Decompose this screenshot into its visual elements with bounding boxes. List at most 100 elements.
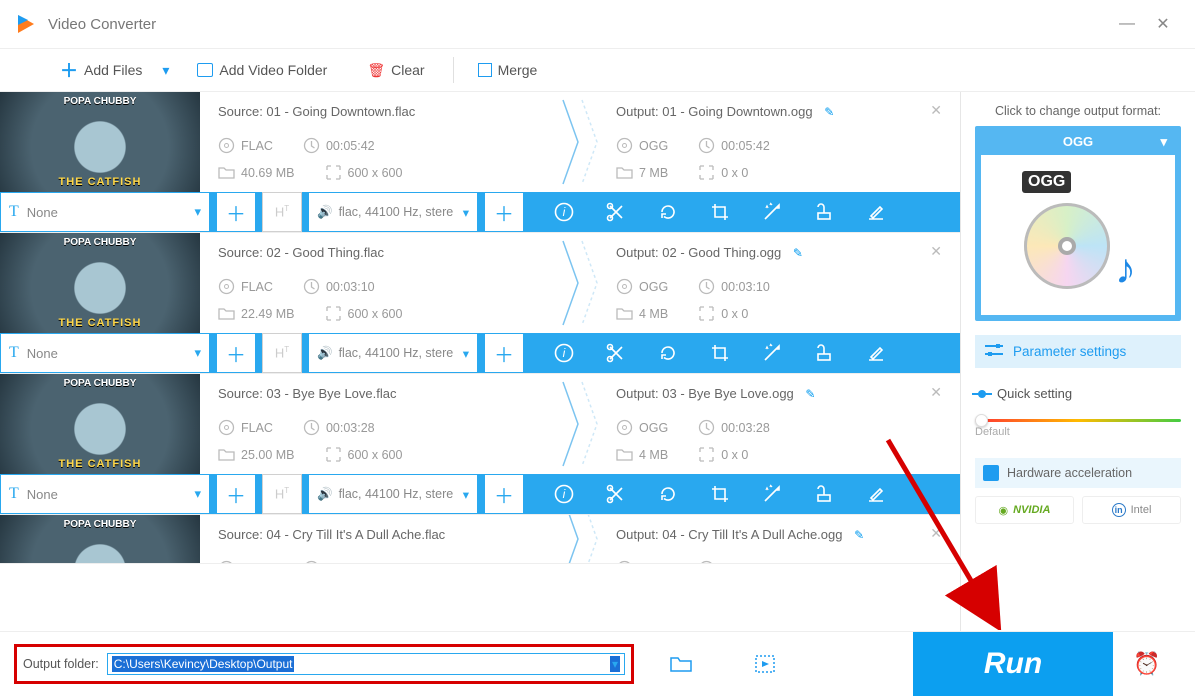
chevron-down-icon: ▾ (463, 205, 469, 220)
add-files-dropdown-icon[interactable]: ▾ (162, 62, 169, 79)
format-preview: OGG ♪ (981, 155, 1175, 315)
subtitle-edit-icon[interactable] (864, 482, 888, 506)
crop-icon[interactable] (708, 200, 732, 224)
disc-icon (218, 137, 235, 154)
hardcode-subtitle-button[interactable]: HT (262, 192, 302, 232)
row-action-bar: T None ▾ ＋ HT 🔊 flac, 44100 Hz, stere ▾ … (0, 192, 960, 232)
add-folder-button[interactable]: Add Video Folder (197, 62, 327, 78)
audio-track-value: flac, 44100 Hz, stere (339, 487, 454, 501)
clock-icon (698, 137, 715, 154)
add-subtitle-button[interactable]: ＋ (216, 192, 256, 232)
shutdown-timer-button[interactable]: ⏰ (1113, 651, 1181, 677)
remove-file-button[interactable]: ✕ (930, 102, 942, 119)
file-row: POPA CHUBBY THE CATFISH Source: 02 - Goo… (0, 233, 960, 374)
watermark-icon[interactable] (812, 341, 836, 365)
app-logo-icon (14, 12, 38, 36)
output-folder-input[interactable]: C:\Users\Kevincy\Desktop\Output ▾ (107, 653, 625, 675)
open-folder-button[interactable] (664, 647, 698, 681)
effects-icon[interactable] (760, 200, 784, 224)
rotate-icon[interactable] (656, 482, 680, 506)
remove-file-button[interactable]: ✕ (930, 384, 942, 401)
remove-file-button[interactable]: ✕ (930, 525, 942, 542)
subtitle-select[interactable]: T None ▾ (0, 474, 210, 514)
subtitle-edit-icon[interactable] (864, 341, 888, 365)
audio-track-select[interactable]: 🔊 flac, 44100 Hz, stere ▾ (308, 192, 478, 232)
rename-output-button[interactable]: ✎ (793, 246, 803, 260)
add-files-button[interactable]: ＋ Add Files (60, 57, 142, 83)
effects-icon[interactable] (760, 341, 784, 365)
output-format-selector[interactable]: OGG ▾ OGG ♪ (975, 126, 1181, 321)
rotate-icon[interactable] (656, 200, 680, 224)
open-output-list-button[interactable] (748, 647, 782, 681)
output-filename: Output: 02 - Good Thing.ogg (616, 245, 781, 260)
thumbnail[interactable]: POPA CHUBBY THE CATFISH (0, 92, 200, 192)
rename-output-button[interactable]: ✎ (805, 387, 815, 401)
file-row: POPA CHUBBY THE CATFISH Source: 04 - Cry… (0, 515, 960, 564)
rename-output-button[interactable]: ✎ (824, 105, 834, 119)
chevron-down-icon: ▾ (194, 486, 201, 502)
thumbnail[interactable]: POPA CHUBBY THE CATFISH (0, 233, 200, 333)
output-format: OGG (616, 560, 668, 563)
audio-track-select[interactable]: 🔊 flac, 44100 Hz, stere ▾ (308, 474, 478, 514)
subtitle-select[interactable]: T None ▾ (0, 192, 210, 232)
side-panel: Click to change output format: OGG ▾ OGG… (960, 92, 1195, 631)
merge-label: Merge (498, 62, 538, 78)
cut-icon[interactable] (604, 341, 628, 365)
subtitle-edit-icon[interactable] (864, 200, 888, 224)
thumbnail[interactable]: POPA CHUBBY THE CATFISH (0, 515, 200, 563)
info-icon[interactable]: i (552, 200, 576, 224)
thumb-title-top: POPA CHUBBY (0, 378, 200, 389)
hardcode-subtitle-button[interactable]: HT (262, 333, 302, 373)
cut-icon[interactable] (604, 200, 628, 224)
output-size: 4 MB (616, 446, 668, 463)
subtitle-select[interactable]: T None ▾ (0, 333, 210, 373)
output-format: OGG (616, 419, 668, 436)
quick-setting-toggle[interactable]: Quick setting (975, 386, 1181, 401)
subtitle-T-icon: T (9, 344, 19, 362)
thumbnail[interactable]: POPA CHUBBY THE CATFISH (0, 374, 200, 474)
info-icon[interactable]: i (552, 341, 576, 365)
disc-icon (1024, 203, 1110, 289)
remove-file-button[interactable]: ✕ (930, 243, 942, 260)
music-note-icon: ♪ (1115, 245, 1136, 293)
chevron-down-icon: ▾ (194, 204, 201, 220)
source-duration: 00:03:28 (303, 419, 375, 436)
add-audio-button[interactable]: ＋ (484, 333, 524, 373)
quality-slider[interactable]: Default (975, 419, 1181, 438)
subtitle-value: None (27, 487, 58, 502)
add-audio-button[interactable]: ＋ (484, 474, 524, 514)
svg-text:i: i (563, 205, 566, 219)
arrow-divider-icon (561, 100, 599, 184)
watermark-icon[interactable] (812, 200, 836, 224)
source-format: FLAC (218, 278, 273, 295)
crop-icon[interactable] (708, 482, 732, 506)
thumb-title-top: POPA CHUBBY (0, 96, 200, 107)
info-icon[interactable]: i (552, 482, 576, 506)
clear-button[interactable]: 🗑 Clear (367, 62, 424, 79)
watermark-icon[interactable] (812, 482, 836, 506)
run-button[interactable]: Run (913, 632, 1113, 696)
parameter-settings-button[interactable]: Parameter settings (975, 335, 1181, 368)
dimensions-icon (325, 446, 342, 463)
merge-button[interactable]: Merge (478, 62, 538, 78)
output-folder-value: C:\Users\Kevincy\Desktop\Output (112, 656, 295, 672)
run-label: Run (984, 647, 1042, 681)
rename-output-button[interactable]: ✎ (854, 528, 864, 542)
effects-icon[interactable] (760, 482, 784, 506)
minimize-button[interactable]: — (1109, 15, 1145, 33)
cut-icon[interactable] (604, 482, 628, 506)
add-subtitle-button[interactable]: ＋ (216, 333, 256, 373)
hardcode-subtitle-button[interactable]: HT (262, 474, 302, 514)
output-dimensions: 0 x 0 (698, 305, 748, 322)
crop-icon[interactable] (708, 341, 732, 365)
thumb-title-top: POPA CHUBBY (0, 237, 200, 248)
hw-accel-button[interactable]: Hardware acceleration (975, 458, 1181, 488)
add-audio-button[interactable]: ＋ (484, 192, 524, 232)
close-button[interactable]: ✕ (1145, 14, 1181, 34)
rotate-icon[interactable] (656, 341, 680, 365)
audio-track-select[interactable]: 🔊 flac, 44100 Hz, stere ▾ (308, 333, 478, 373)
add-subtitle-button[interactable]: ＋ (216, 474, 256, 514)
audio-track-value: flac, 44100 Hz, stere (339, 346, 454, 360)
format-badge: OGG (1022, 171, 1071, 193)
audio-track-value: flac, 44100 Hz, stere (339, 205, 454, 219)
